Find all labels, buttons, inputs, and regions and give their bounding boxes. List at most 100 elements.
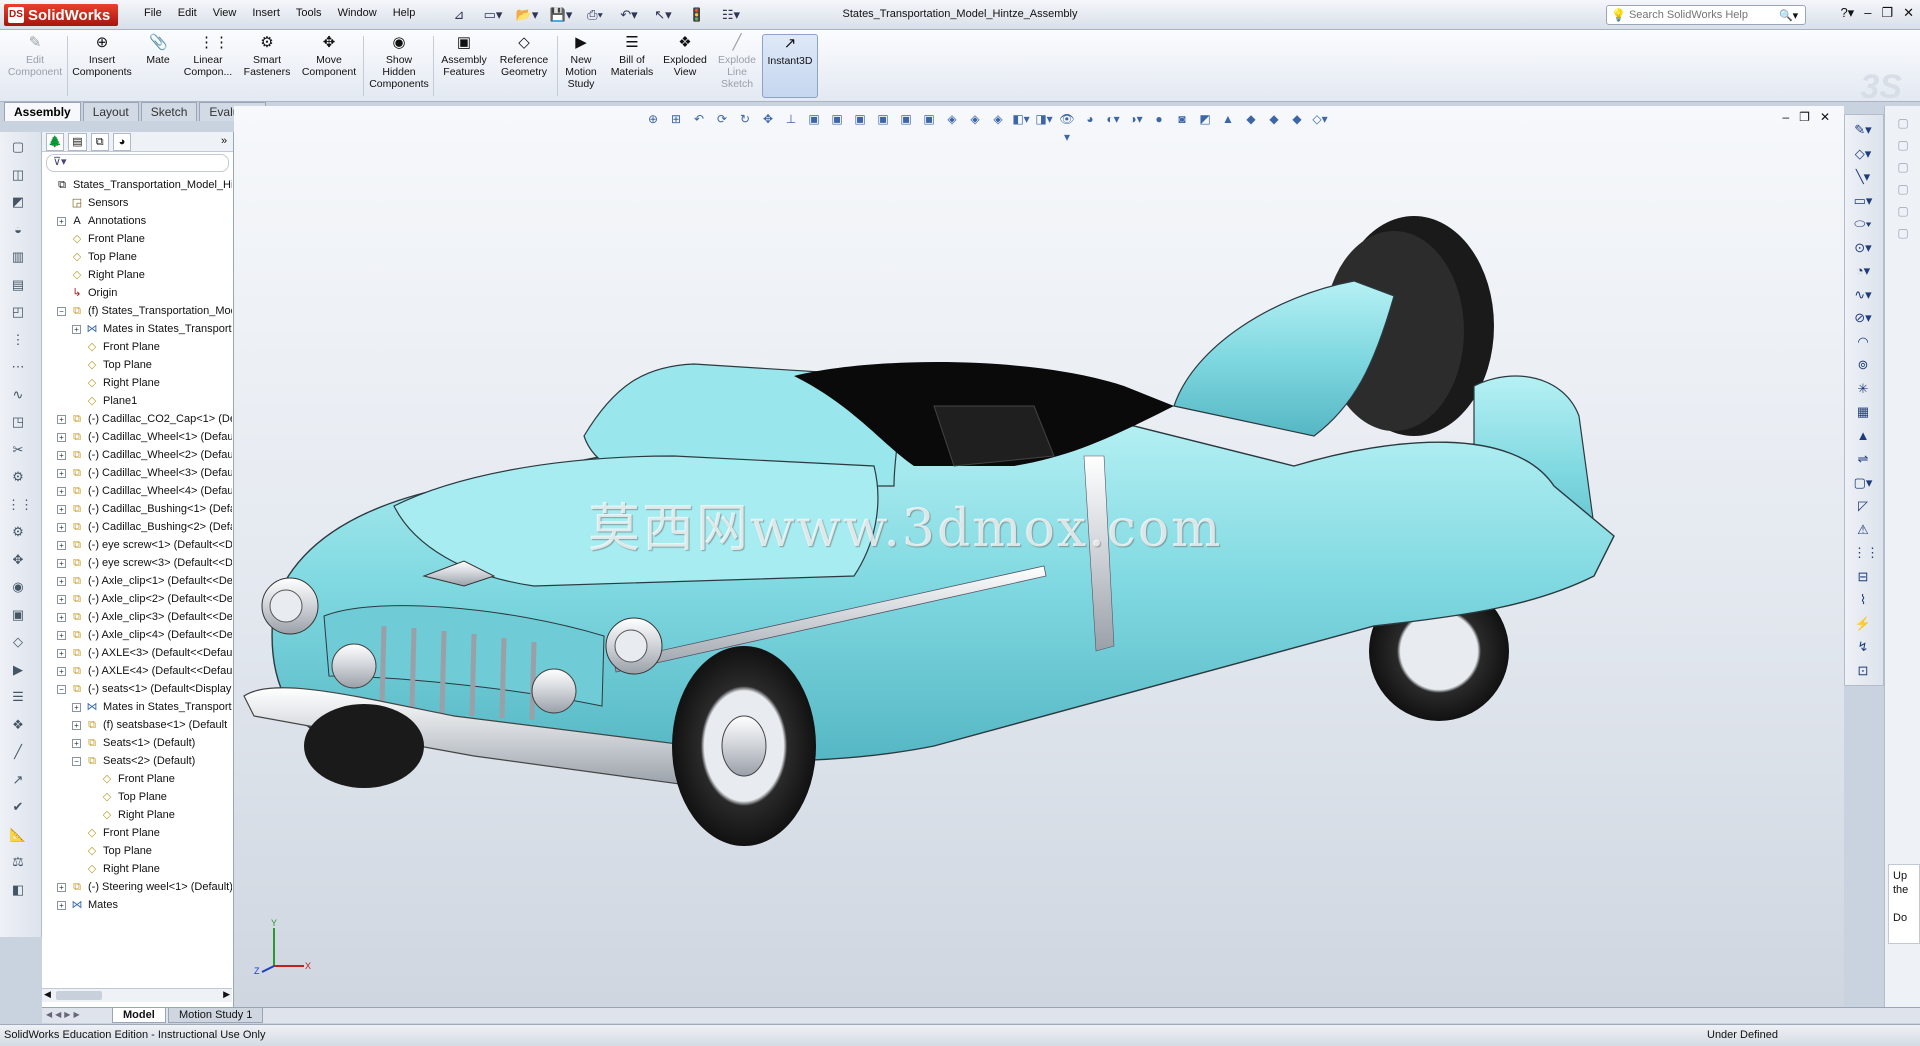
sketch-smart-dimension-icon[interactable]: ◇▾ <box>1853 145 1873 163</box>
tree-node[interactable]: + ⧉ (-) eye screw<1> (Default<<D <box>42 536 232 554</box>
search-icon[interactable]: 🔍▾ <box>1779 9 1798 22</box>
view-right-icon[interactable]: ▣ <box>874 110 892 128</box>
close-icon[interactable]: ✕ <box>1903 5 1914 21</box>
tab-model[interactable]: Model <box>112 1008 166 1023</box>
tree-node[interactable]: ◇ Right Plane <box>42 806 232 824</box>
sketch-icon[interactable]: ◒ <box>7 221 29 239</box>
taskpane-palette-icon[interactable]: ▢ <box>1893 182 1913 200</box>
expand-icon[interactable]: + <box>57 595 66 604</box>
expand-icon[interactable]: + <box>72 325 81 334</box>
sketch-grid-icon[interactable]: ▦ <box>1853 403 1873 421</box>
expand-icon[interactable]: + <box>57 883 66 892</box>
tree-node[interactable]: + ⧉ (-) AXLE<4> (Default<<Defau <box>42 662 232 680</box>
expand-icon[interactable]: + <box>57 469 66 478</box>
view-left-icon[interactable]: ▣ <box>851 110 869 128</box>
minimize-icon[interactable]: – <box>1864 5 1871 21</box>
sketch-arc-icon[interactable]: ◔▾ <box>1853 262 1873 280</box>
measure-icon[interactable]: 📐 <box>7 826 29 844</box>
mass-icon[interactable]: ⚖ <box>7 853 29 871</box>
tree-node[interactable]: + ⧉ (-) Cadillac_CO2_Cap<1> (Default <box>42 410 232 428</box>
tree-node[interactable]: + ⋈ Mates in States_Transportation <box>42 698 232 716</box>
tree-node[interactable]: ◲ Sensors <box>42 194 232 212</box>
taskpane-explorer-icon[interactable]: ▢ <box>1893 160 1913 178</box>
pattern-icon[interactable]: ⋮ <box>7 331 29 349</box>
expand-icon[interactable]: + <box>57 577 66 586</box>
section-icon[interactable]: ◧ <box>7 881 29 899</box>
explode-icon[interactable]: ❖ <box>7 716 29 734</box>
scroll-thumb[interactable] <box>56 991 102 1000</box>
sketch-relations-icon[interactable]: ⚠ <box>1853 521 1873 539</box>
shaded-edges-icon[interactable]: ◙ <box>1173 110 1191 128</box>
sketch-spline-icon[interactable]: ∿▾ <box>1853 286 1873 304</box>
view-orientation-icon[interactable]: ◧▾ <box>1012 110 1030 128</box>
sketch-point-icon[interactable]: ✳ <box>1853 380 1873 398</box>
taskpane-appearance-icon[interactable]: ▢ <box>1893 204 1913 222</box>
sketch-offset-icon[interactable]: ⇌ <box>1853 450 1873 468</box>
sketch-sketch-icon[interactable]: ✎▾ <box>1853 121 1873 139</box>
view-iso-icon[interactable]: ◈ <box>943 110 961 128</box>
tree-node[interactable]: + ⧉ (-) Axle_clip<4> (Default<<De <box>42 626 232 644</box>
sketch-slot-icon[interactable]: ⬭▾ <box>1853 215 1873 233</box>
expand-icon[interactable]: + <box>57 433 66 442</box>
instant-icon[interactable]: ↗ <box>7 771 29 789</box>
tab-assembly[interactable]: Assembly <box>4 102 81 121</box>
sketch-rapid-sketch-icon[interactable]: ↯ <box>1853 638 1873 656</box>
cube-icon[interactable]: ▢ <box>7 138 29 156</box>
sketch-repair-icon[interactable]: ⊡ <box>1853 662 1873 680</box>
cmd-bill-of-button[interactable]: ☰ Bill of Materials <box>606 34 658 98</box>
expand-icon[interactable]: + <box>57 631 66 640</box>
view-bottom-icon[interactable]: ▣ <box>920 110 938 128</box>
linear-icon[interactable]: ⋮⋮ <box>7 496 33 514</box>
expand-icon[interactable]: + <box>57 667 66 676</box>
tree-node[interactable]: + ⧉ (f) seatsbase<1> (Default <box>42 716 232 734</box>
tree-filter-input[interactable]: ⊽▾ <box>46 154 229 172</box>
roll-view-icon[interactable]: ↻ <box>736 110 754 128</box>
config-manager-tab-icon[interactable]: ⧉ <box>90 132 109 151</box>
expand-icon[interactable]: + <box>72 703 81 712</box>
tab-layout[interactable]: Layout <box>82 102 139 121</box>
tab-sketch[interactable]: Sketch <box>140 102 198 121</box>
feature-icon[interactable]: ▣ <box>7 606 29 624</box>
cmd-exploded-button[interactable]: ❖ Exploded View <box>658 34 712 98</box>
help-icon[interactable]: ?▾ <box>1840 5 1854 21</box>
move-icon[interactable]: ✥ <box>7 551 29 569</box>
display-icon[interactable]: ◳ <box>7 413 29 431</box>
expand-icon[interactable]: + <box>57 613 66 622</box>
sketch-pattern-icon[interactable]: ⋮⋮ <box>1853 544 1879 562</box>
tab-motion-study[interactable]: Motion Study 1 <box>168 1008 264 1023</box>
sketch-move-entities-icon[interactable]: ⌇ <box>1853 591 1873 609</box>
cmd-move-button[interactable]: ✥ Move Component <box>296 34 362 98</box>
smart-dim-icon[interactable]: ⋯ <box>7 358 29 376</box>
view-top-icon[interactable]: ▣ <box>897 110 915 128</box>
motion-icon[interactable]: ▶ <box>7 661 29 679</box>
cmd-assembly-button[interactable]: ▣ Assembly Features <box>436 34 492 98</box>
tree-node[interactable]: ◇ Front Plane <box>42 338 232 356</box>
view-front-icon[interactable]: ▣ <box>805 110 823 128</box>
bom-icon[interactable]: ☰ <box>7 688 29 706</box>
restore-icon[interactable]: ❐ <box>1881 5 1893 21</box>
zoom-to-fit-icon[interactable]: ⊕ <box>644 110 662 128</box>
shadows-icon[interactable]: ▲ <box>1219 110 1237 128</box>
cmd-linear-button[interactable]: ⋮⋮ Linear Compon... <box>178 34 238 98</box>
tree-node[interactable]: + ⋈ Mates <box>42 896 232 914</box>
scroll-right-icon[interactable]: ▶ <box>223 989 230 1000</box>
display-manager-tab-icon[interactable]: ◕ <box>112 132 132 151</box>
smart-icon[interactable]: ⚙ <box>7 523 29 541</box>
tree-node[interactable]: + ⧉ (-) Steering weel<1> (Default) <box>42 878 232 896</box>
expand-icon[interactable]: + <box>57 541 66 550</box>
sketch-ellipse-icon[interactable]: ⊘▾ <box>1853 309 1873 327</box>
shaded-icon[interactable]: ● <box>1150 110 1168 128</box>
expand-icon[interactable]: + <box>57 451 66 460</box>
tree-node[interactable]: + ⧉ (-) Cadillac_Bushing<1> (Default <box>42 500 232 518</box>
tree-node[interactable]: − ⧉ (f) States_Transportation_Model <box>42 302 232 320</box>
collapse-icon[interactable]: − <box>57 685 66 694</box>
tree-node[interactable]: ◇ Top Plane <box>42 356 232 374</box>
tree-node[interactable]: ◇ Top Plane <box>42 248 232 266</box>
curve-icon[interactable]: ∿ <box>7 386 29 404</box>
expand-icon[interactable]: + <box>72 739 81 748</box>
taskpane-custom-icon[interactable]: ▢ <box>1893 226 1913 244</box>
sketch-line-icon[interactable]: ╲▾ <box>1853 168 1873 186</box>
tree-node[interactable]: ⧉ States_Transportation_Model_Hintze <box>42 176 232 194</box>
mate-icon[interactable]: ✂ <box>7 441 29 459</box>
sheet-icon[interactable]: ▤ <box>7 276 29 294</box>
